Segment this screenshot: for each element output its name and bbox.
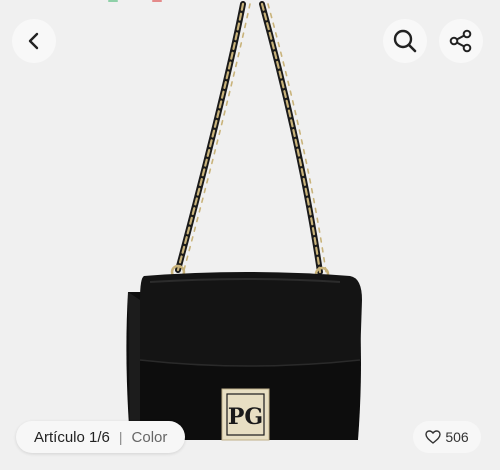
share-icon [449,29,472,53]
search-button[interactable] [383,19,427,63]
article-counter: Artículo 1/6 [34,428,110,446]
product-detail-screen: PG Artículo 1/6 | Color 506 [0,0,500,470]
pg-clasp-logo: PG [221,388,270,441]
clasp-logo-text: PG [228,404,263,430]
back-button[interactable] [12,19,56,63]
color-link[interactable]: Color [132,429,168,446]
share-button[interactable] [439,19,483,63]
separator: | [118,429,123,445]
article-color-pill: Artículo 1/6 | Color [16,421,186,453]
search-icon [393,29,417,53]
chain-strap [175,1,327,275]
chevron-left-icon [28,32,39,50]
heart-icon [425,430,442,444]
likes-count: 506 [445,429,469,445]
product-image[interactable]: PG [0,0,500,470]
likes-button[interactable]: 506 [413,421,481,453]
